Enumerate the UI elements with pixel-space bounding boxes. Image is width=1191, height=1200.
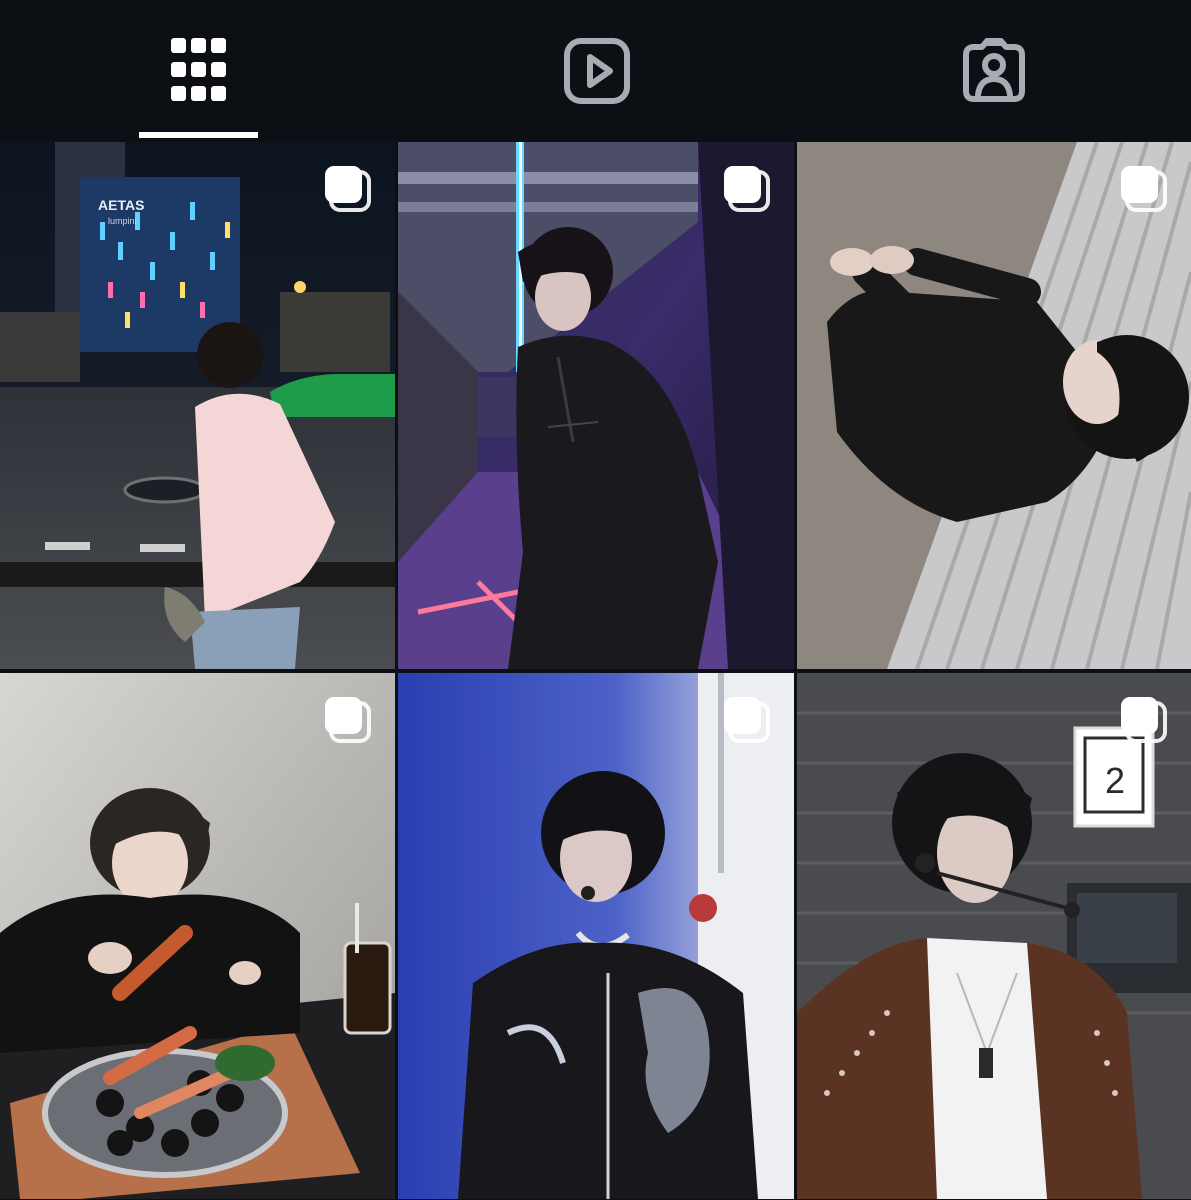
tab-reels[interactable] bbox=[398, 0, 796, 142]
post-image-6: 2 bbox=[797, 673, 1191, 1199]
tab-posts[interactable] bbox=[0, 0, 398, 142]
multiple-photos-icon bbox=[325, 697, 371, 743]
grid-icon bbox=[171, 38, 226, 101]
multiple-photos-icon bbox=[1121, 166, 1167, 212]
active-tab-indicator bbox=[139, 132, 258, 138]
post-image-5 bbox=[398, 673, 794, 1199]
post-image-3 bbox=[797, 142, 1191, 669]
post-tile-1[interactable]: AETAS lumpini bbox=[0, 142, 395, 669]
post-1-sign-subtext: lumpini bbox=[108, 216, 137, 226]
profile-tab-bar bbox=[0, 0, 1191, 142]
multiple-photos-icon bbox=[325, 166, 371, 212]
post-image-4 bbox=[0, 673, 395, 1199]
post-tile-6[interactable]: 2 bbox=[797, 673, 1191, 1199]
post-tile-2[interactable] bbox=[398, 142, 794, 669]
multiple-photos-icon bbox=[1121, 697, 1167, 743]
post-6-sign-number: 2 bbox=[1105, 760, 1125, 801]
multiple-photos-icon bbox=[724, 166, 770, 212]
posts-grid: AETAS lumpini 2 bbox=[0, 142, 1191, 1200]
tab-tagged[interactable] bbox=[796, 0, 1191, 142]
post-tile-3[interactable] bbox=[797, 142, 1191, 669]
tagged-person-icon bbox=[962, 38, 1025, 102]
post-image-1: AETAS lumpini bbox=[0, 142, 395, 669]
post-tile-5[interactable] bbox=[398, 673, 794, 1199]
post-tile-4[interactable] bbox=[0, 673, 395, 1199]
multiple-photos-icon bbox=[724, 697, 770, 743]
post-image-2 bbox=[398, 142, 794, 669]
post-1-sign-text: AETAS bbox=[98, 197, 144, 213]
reels-icon bbox=[564, 38, 630, 104]
